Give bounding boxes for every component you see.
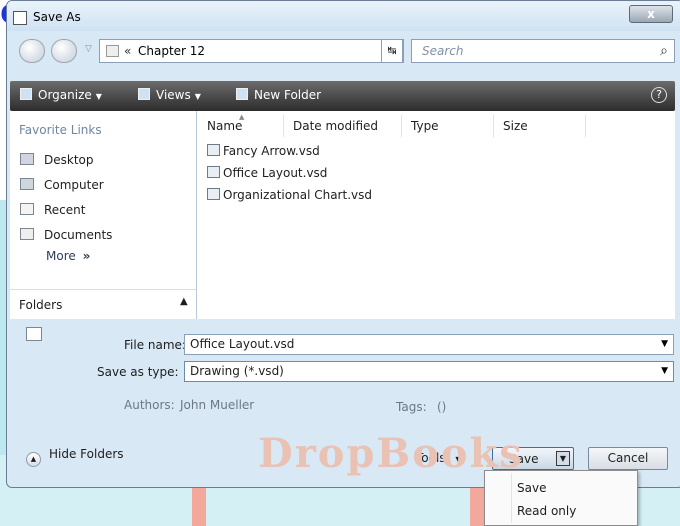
file-name-value: Office Layout.vsd	[190, 337, 295, 351]
save-options-menu: Save Read only	[484, 470, 638, 526]
title-bar: Save As x	[7, 1, 680, 31]
sidebar-item-label: Desktop	[44, 153, 94, 167]
hide-folders-button[interactable]: ▲ Hide Folders	[26, 447, 124, 467]
save-as-type-select[interactable]: Drawing (*.vsd) ▼	[184, 361, 674, 382]
file-name-label: File name:	[124, 338, 186, 352]
command-toolbar: Organize ▼ Views ▼ New Folder ?	[10, 81, 675, 111]
file-name: Fancy Arrow.vsd	[223, 144, 320, 158]
save-options-dropdown-icon[interactable]: ▼	[556, 451, 570, 466]
navigation-bar: ▽ « Chapter 12 ▼ ↹ Search ⌕	[7, 31, 680, 71]
organize-menu[interactable]: Organize ▼	[20, 88, 102, 102]
new-folder-button[interactable]: New Folder	[236, 88, 321, 102]
cancel-label: Cancel	[607, 451, 649, 465]
sort-ascending-icon: ▲	[239, 113, 245, 121]
sidebar-item-label: Recent	[44, 203, 86, 217]
back-button[interactable]	[19, 39, 45, 63]
navigation-pane: Favorite Links Desktop Computer Recent D…	[10, 111, 197, 320]
save-as-type-label: Save as type:	[97, 365, 179, 379]
column-header-date-modified[interactable]: Date modified	[293, 119, 378, 133]
file-name-input[interactable]: Office Layout.vsd ▼	[184, 334, 674, 355]
organize-icon	[20, 88, 32, 100]
file-list: Name ▲ Date modified Type Size Fancy Arr…	[197, 111, 675, 319]
forward-button[interactable]	[51, 39, 77, 63]
column-divider[interactable]	[283, 115, 284, 137]
authors-label: Authors:	[124, 398, 175, 412]
window-title: Save As	[33, 10, 81, 24]
sidebar-item-label: Computer	[44, 178, 104, 192]
refresh-button[interactable]: ↹	[381, 39, 403, 63]
views-label: Views	[156, 88, 191, 102]
more-label: More	[46, 249, 76, 263]
chevron-down-icon: ▼	[95, 92, 102, 101]
help-icon[interactable]: ?	[651, 87, 667, 103]
menu-item-save[interactable]: Save	[517, 481, 546, 495]
column-divider[interactable]	[401, 115, 402, 137]
chevron-up-icon: ▲	[180, 296, 188, 307]
hide-folders-label: Hide Folders	[49, 447, 124, 461]
sidebar-item-desktop[interactable]: Desktop	[20, 153, 94, 173]
breadcrumb-current-folder[interactable]: Chapter 12	[138, 44, 205, 58]
cancel-button[interactable]: Cancel	[588, 447, 668, 470]
search-input[interactable]: Search ⌕	[411, 39, 675, 63]
address-bar[interactable]: « Chapter 12 ▼	[99, 39, 404, 63]
column-divider[interactable]	[493, 115, 494, 137]
file-item[interactable]: Fancy Arrow.vsd	[207, 144, 320, 158]
search-icon[interactable]: ⌕	[660, 43, 668, 59]
save-as-dialog: Save As x ▽ « Chapter 12 ▼ ↹ Search ⌕ Or…	[6, 0, 680, 488]
chevron-down-icon: ▼	[194, 92, 201, 101]
folder-icon	[106, 45, 119, 57]
vsd-file-icon	[207, 144, 220, 156]
favorite-links-heading: Favorite Links	[19, 123, 102, 137]
menu-item-read-only[interactable]: Read only	[517, 504, 576, 518]
recent-pages-dropdown-icon[interactable]: ▽	[85, 44, 92, 54]
authors-value[interactable]: John Mueller	[180, 398, 254, 412]
save-as-type-value: Drawing (*.vsd)	[190, 364, 284, 378]
close-icon: x	[647, 7, 655, 21]
column-header-name[interactable]: Name	[207, 119, 242, 133]
folders-toggle[interactable]: Folders ▲	[10, 289, 196, 320]
column-header-size[interactable]: Size	[503, 119, 528, 133]
tags-label: Tags:	[396, 400, 427, 414]
organize-label: Organize	[38, 88, 92, 102]
double-chevron-right-icon: »	[82, 249, 91, 263]
column-divider[interactable]	[585, 115, 586, 137]
documents-icon	[20, 228, 34, 240]
file-name: Office Layout.vsd	[223, 166, 328, 180]
views-icon	[138, 88, 150, 100]
sidebar-item-label: Documents	[44, 228, 113, 242]
chevron-down-icon[interactable]: ▼	[661, 339, 668, 349]
file-item[interactable]: Organizational Chart.vsd	[207, 188, 372, 202]
views-menu[interactable]: Views ▼	[138, 88, 201, 102]
document-thumbnail-icon	[26, 327, 42, 341]
refresh-icon: ↹	[387, 44, 397, 57]
more-links-button[interactable]: More »	[46, 249, 90, 263]
sidebar-item-computer[interactable]: Computer	[20, 178, 104, 198]
vsd-file-icon	[207, 188, 220, 200]
new-folder-label: New Folder	[254, 88, 322, 102]
vsd-file-icon	[207, 166, 220, 178]
visio-app-icon	[13, 11, 27, 25]
recent-icon	[20, 203, 34, 215]
new-folder-icon	[236, 88, 248, 100]
breadcrumb-overflow-icon[interactable]: «	[124, 44, 131, 58]
chevron-up-circle-icon: ▲	[26, 452, 41, 467]
menu-icon-column-divider	[511, 473, 512, 523]
file-item[interactable]: Office Layout.vsd	[207, 166, 327, 180]
desktop-icon	[20, 153, 34, 165]
chevron-down-icon[interactable]: ▼	[661, 366, 668, 376]
close-button[interactable]: x	[629, 5, 673, 23]
sidebar-item-documents[interactable]: Documents	[20, 228, 112, 248]
folders-label: Folders	[19, 298, 63, 312]
sidebar-item-recent[interactable]: Recent	[20, 203, 85, 223]
tags-value[interactable]: ()	[437, 400, 446, 414]
file-name: Organizational Chart.vsd	[223, 188, 372, 202]
computer-icon	[20, 178, 34, 190]
search-placeholder: Search	[422, 44, 464, 58]
column-header-type[interactable]: Type	[411, 119, 439, 133]
